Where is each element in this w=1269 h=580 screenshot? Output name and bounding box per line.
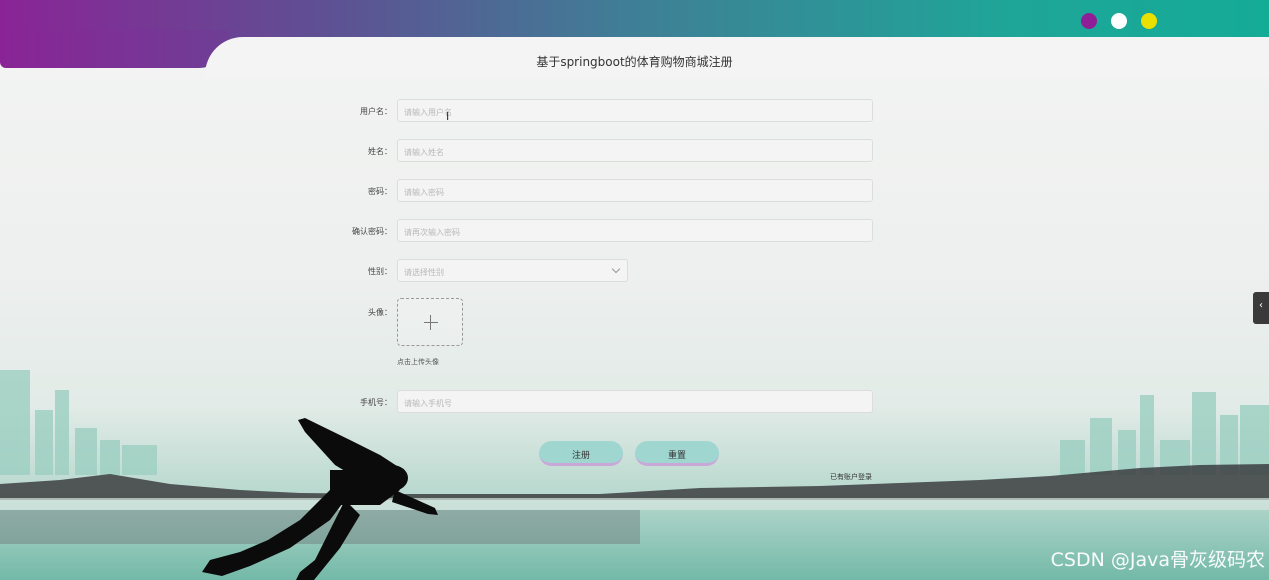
confirm-password-label: 确认密码： [352, 227, 392, 236]
gender-label: 性别： [368, 267, 392, 276]
avatar-upload-hint: 点击上传头像 [397, 358, 439, 366]
gender-select-placeholder: 请选择性别 [404, 268, 444, 277]
plus-icon-vertical [430, 315, 431, 330]
chevron-down-icon [611, 264, 621, 274]
yellow-dot-icon [1141, 13, 1157, 29]
confirm-password-input[interactable]: 请再次输入密码 [397, 219, 873, 242]
register-button[interactable]: 注册 [539, 441, 623, 466]
login-link[interactable]: 已有账户登录 [830, 472, 872, 482]
side-panel-toggle[interactable]: ‹ [1253, 292, 1269, 324]
name-input[interactable]: 请输入姓名 [397, 139, 873, 162]
name-label: 姓名： [368, 147, 392, 156]
password-label: 密码： [368, 187, 392, 196]
username-input[interactable]: 请输入用户名 [397, 99, 873, 122]
username-label: 用户名： [360, 107, 392, 116]
plus-icon [424, 322, 438, 323]
purple-dot-icon [1081, 13, 1097, 29]
phone-label: 手机号： [360, 398, 392, 407]
phone-input[interactable]: 请输入手机号 [397, 390, 873, 413]
background-scene [0, 370, 1269, 580]
avatar-label: 头像： [368, 308, 392, 317]
password-input[interactable]: 请输入密码 [397, 179, 873, 202]
white-dot-icon [1111, 13, 1127, 29]
text-cursor-icon: I [446, 110, 450, 123]
watermark: CSDN @Java骨灰级码农 [1050, 549, 1265, 571]
avatar-upload-button[interactable] [397, 298, 463, 346]
gender-select[interactable]: 请选择性别 [397, 259, 628, 282]
reset-button[interactable]: 重置 [635, 441, 719, 466]
page-title: 基于springboot的体育购物商城注册 [536, 55, 733, 69]
chevron-left-icon: ‹ [1259, 300, 1263, 311]
